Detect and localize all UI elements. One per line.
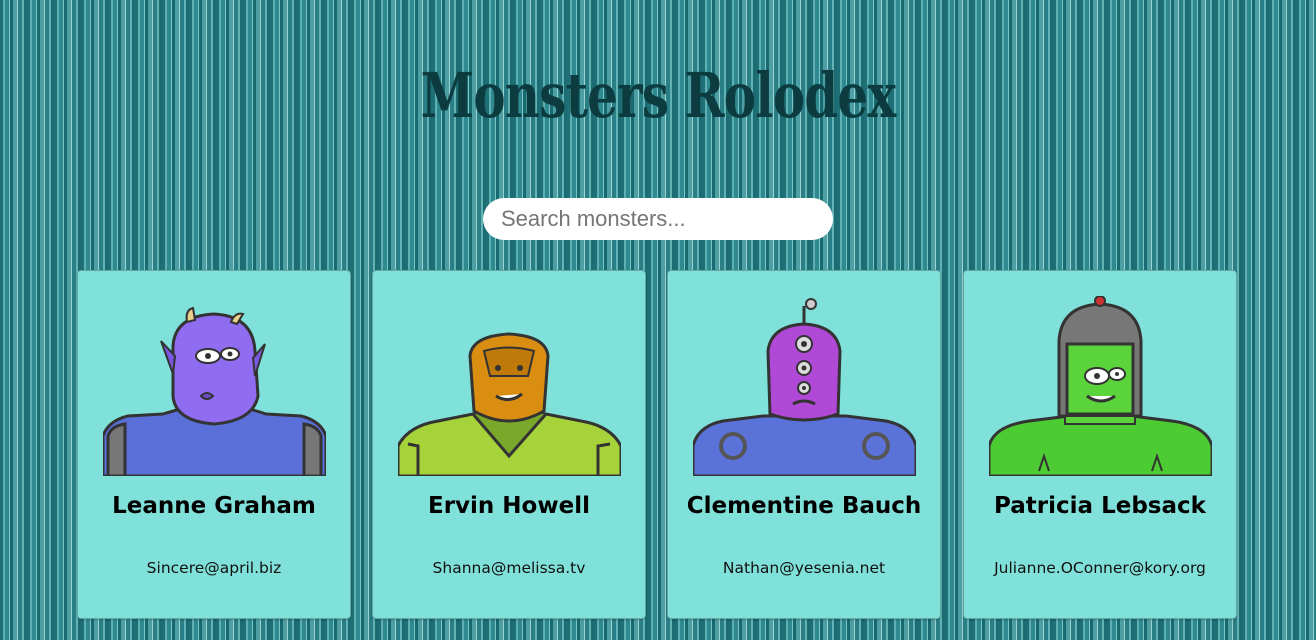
monster-email: Nathan@yesenia.net xyxy=(722,559,886,577)
app-container: Monsters Rolodex Leanne Graham xyxy=(0,0,1316,640)
monster-name: Patricia Lebsack xyxy=(994,493,1206,519)
green-helmet-monster-avatar-icon xyxy=(989,296,1212,476)
monster-card[interactable]: Ervin Howell Shanna@melissa.tv xyxy=(372,270,646,619)
monster-card[interactable]: Patricia Lebsack Julianne.OConner@kory.o… xyxy=(963,270,1237,619)
monster-card[interactable]: Leanne Graham Sincere@april.biz xyxy=(77,270,351,619)
monster-card[interactable]: Clementine Bauch Nathan@yesenia.net xyxy=(667,270,941,619)
page-title: Monsters Rolodex xyxy=(420,59,897,132)
monster-name: Ervin Howell xyxy=(428,493,590,519)
monster-email: Shanna@melissa.tv xyxy=(432,559,586,577)
monster-name: Clementine Bauch xyxy=(686,493,922,519)
monster-email: Julianne.OConner@kory.org xyxy=(994,559,1206,577)
search-input[interactable] xyxy=(483,198,833,240)
orange-helmet-monster-avatar-icon xyxy=(398,296,621,476)
monster-email: Sincere@april.biz xyxy=(146,559,282,577)
monster-name: Leanne Graham xyxy=(112,493,316,519)
card-list: Leanne Graham Sincere@april.biz Ervin Ho… xyxy=(77,270,1239,620)
three-eyed-purple-robot-monster-avatar-icon xyxy=(693,296,916,476)
purple-horned-monster-avatar-icon xyxy=(103,296,326,476)
